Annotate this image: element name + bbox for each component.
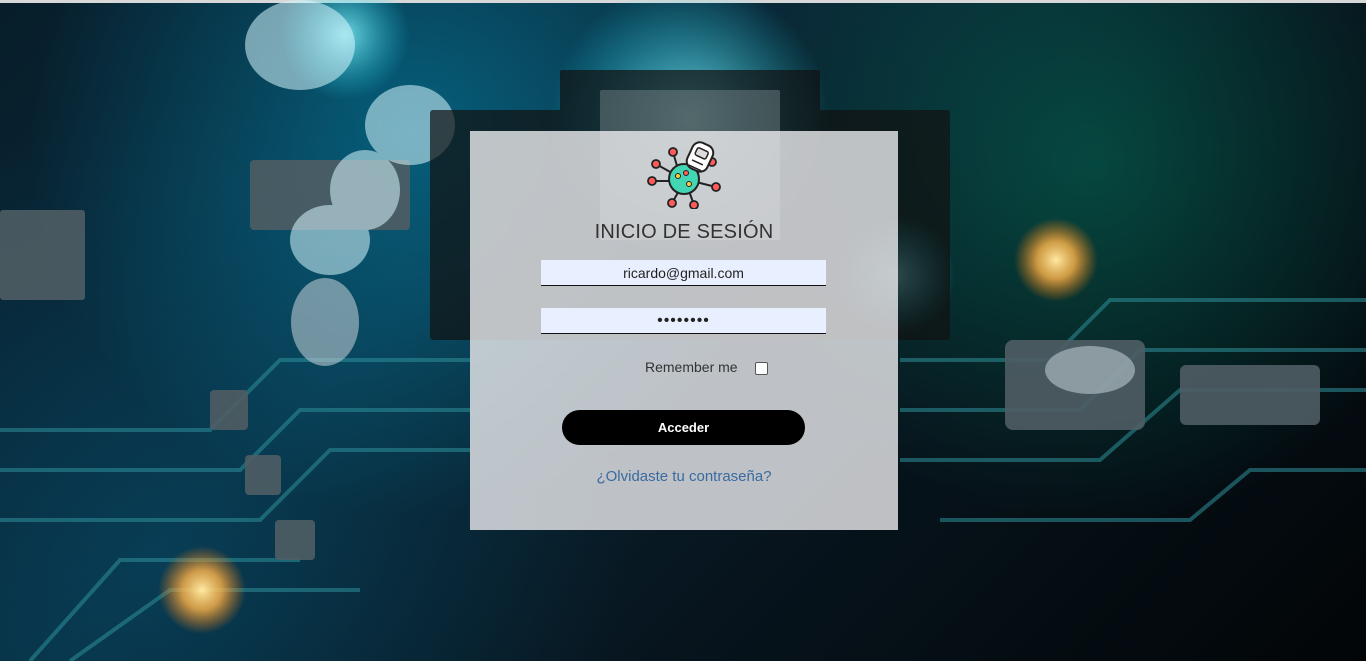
login-page: INICIO DE SESIÓN Remember me Acceder ¿Ol… <box>0 0 1366 661</box>
remember-me-checkbox[interactable] <box>754 361 768 375</box>
email-field[interactable] <box>541 260 826 286</box>
login-card: INICIO DE SESIÓN Remember me Acceder ¿Ol… <box>470 131 898 530</box>
login-title: INICIO DE SESIÓN <box>594 221 774 243</box>
login-button[interactable]: Acceder <box>562 410 805 445</box>
password-field[interactable] <box>541 308 826 334</box>
remember-me-label: Remember me <box>645 359 738 375</box>
remember-me-row: Remember me <box>645 357 768 377</box>
forgot-password-link[interactable]: ¿Olvidaste tu contraseña? <box>470 468 898 485</box>
robot-circuit-logo-icon <box>647 141 721 209</box>
